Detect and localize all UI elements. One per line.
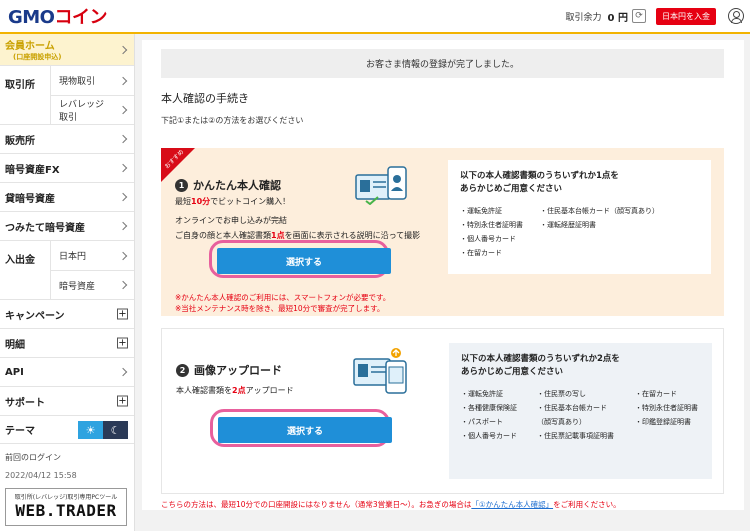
doc-item: ・特別永住者証明書 xyxy=(460,221,523,229)
main-panel: お客さま情報の登録が完了しました。 本人確認の手続き 下記①または②の方法をお選… xyxy=(142,40,744,510)
option2-select-highlight: 選択する xyxy=(210,409,392,447)
sidebar-item-sales[interactable]: 販売所 xyxy=(0,125,134,154)
sidebar: 会員ホーム (口座開設申込) 取引所 現物取引 レバレッジ取引 販売所 暗号資産… xyxy=(0,34,135,531)
deposit-jpy-button[interactable]: 日本円を入金 xyxy=(656,7,716,25)
id-card-illustration xyxy=(355,166,407,205)
option1-lead: 最短10分でビットコイン購入！ xyxy=(175,197,291,206)
sidebar-item-member-home[interactable]: 会員ホーム (口座開設申込) xyxy=(0,34,134,66)
sidebar-item-lending[interactable]: 貸暗号資産 xyxy=(0,183,134,212)
refresh-icon[interactable]: ⟳ xyxy=(632,9,646,23)
chevron-right-icon xyxy=(118,163,128,173)
doc-item: ・住民基本台帳カード xyxy=(537,404,607,412)
plus-icon[interactable]: + xyxy=(117,308,128,320)
doc-item: ・個人番号カード xyxy=(461,432,517,440)
moon-icon[interactable]: ☾ xyxy=(103,421,128,439)
last-login: 前回のログイン 2022/04/12 15:58 xyxy=(5,453,77,480)
option2-heading: 2 画像アップロード xyxy=(176,362,282,378)
option1-select-button[interactable]: 選択する xyxy=(217,248,391,274)
option2-desc: 本人確認書類を2点アップロード xyxy=(176,386,294,395)
sidebar-item-support[interactable]: サポート + xyxy=(0,387,134,416)
easy-verification-card: おすすめ 1 かんたん本人確認 最短10分でビットコイン購入！ オンラインでお申… xyxy=(161,148,724,316)
sidebar-group-deposit: 入出金 日本円 暗号資産 xyxy=(0,241,134,300)
option2-select-button[interactable]: 選択する xyxy=(218,417,392,443)
sidebar-item-crypto[interactable]: 暗号資産 xyxy=(50,270,134,299)
doc-item: ・住民基本台帳カード（顔写真あり） xyxy=(540,207,659,215)
option1-notes: ※かんたん本人確認のご利用には、スマートフォンが必要です。 ※当社メンテナンス時… xyxy=(175,293,391,313)
gmo-coin-logo[interactable]: GMOコイン xyxy=(8,3,107,29)
chevron-right-icon xyxy=(118,221,128,231)
balance-label: 取引余力 xyxy=(565,12,602,23)
doc-item xyxy=(540,248,699,258)
doc-item: ・各種健康保険証 xyxy=(461,404,517,412)
doc-item: ・在留カード xyxy=(635,390,677,398)
chevron-right-icon xyxy=(118,76,128,85)
easy-verification-link[interactable]: 「①かんたん本人確認」 xyxy=(471,500,553,509)
doc-item xyxy=(540,234,699,244)
doc-item: ・運転経歴証明書 xyxy=(540,221,596,229)
chevron-right-icon xyxy=(118,367,128,377)
registration-complete-notice: お客さま情報の登録が完了しました。 xyxy=(161,49,724,78)
header: GMOコイン 取引余力 0 円 ⟳ 日本円を入金 xyxy=(0,0,750,34)
sidebar-item-tsumitate[interactable]: つみたて暗号資産 xyxy=(0,212,134,241)
doc-item: ・住民票の写し xyxy=(537,390,586,398)
chevron-right-icon xyxy=(118,45,128,54)
option1-line1: オンラインでお申し込みが完結 xyxy=(175,216,287,225)
doc-item xyxy=(635,431,700,441)
doc-item: ・個人番号カード xyxy=(460,235,516,243)
chevron-right-icon xyxy=(118,192,128,202)
sidebar-item-fx[interactable]: 暗号資産FX xyxy=(0,154,134,183)
upload-illustration xyxy=(353,348,407,394)
chevron-right-icon xyxy=(118,134,128,144)
doc-item: ・在留カード xyxy=(460,249,502,257)
chevron-right-icon xyxy=(118,105,128,115)
doc-item: ・パスポート xyxy=(461,418,503,426)
plus-icon[interactable]: + xyxy=(117,337,128,349)
plus-icon[interactable]: + xyxy=(117,395,128,407)
chevron-right-icon xyxy=(118,251,128,260)
chevron-right-icon xyxy=(118,280,128,290)
sidebar-item-api[interactable]: API xyxy=(0,358,134,387)
doc-item: ・印鑑登録証明書 xyxy=(635,418,691,426)
webtrader-banner[interactable]: 取引所(レバレッジ)取引専用PCツール WEB.TRADER xyxy=(5,488,127,526)
doc-item: ・運転免許証 xyxy=(461,390,503,398)
sun-icon[interactable]: ☀ xyxy=(78,421,103,439)
sidebar-item-statement[interactable]: 明細 + xyxy=(0,329,134,358)
sidebar-item-theme: テーマ ☀ ☾ xyxy=(0,416,134,444)
doc-item: ・運転免許証 xyxy=(460,207,502,215)
sidebar-item-campaign[interactable]: キャンペーン + xyxy=(0,300,134,329)
option1-heading: 1 かんたん本人確認 xyxy=(175,177,281,193)
option1-select-highlight: 選択する xyxy=(209,240,391,278)
doc-item: ・特別永住者証明書 xyxy=(635,404,698,412)
theme-toggle[interactable]: ☀ ☾ xyxy=(78,421,128,439)
sidebar-group-exchange: 取引所 現物取引 レバレッジ取引 xyxy=(0,66,134,125)
option2-footer-note: こちらの方法は、最短10分での口座開設にはなりません（通常3営業日〜）。お急ぎの… xyxy=(161,500,621,509)
page-title: 本人確認の手続き xyxy=(161,92,249,105)
page-subtitle: 下記①または②の方法をお選びください xyxy=(161,116,304,125)
option1-required-docs: 以下の本人確認書類のうちいずれか1点を あらかじめご用意ください ・運転免許証 … xyxy=(448,160,711,274)
option2-required-docs: 以下の本人確認書類のうちいずれか2点を あらかじめご用意ください ・運転免許証 … xyxy=(449,343,712,479)
user-icon[interactable] xyxy=(728,8,744,24)
sidebar-item-spot[interactable]: 現物取引 xyxy=(50,66,134,95)
doc-item: ・住民票記載事項証明書 xyxy=(537,432,614,440)
sidebar-item-leverage[interactable]: レバレッジ取引 xyxy=(50,95,134,124)
sidebar-item-jpy[interactable]: 日本円 xyxy=(50,241,134,270)
balance-value: 0 円 xyxy=(607,12,628,24)
doc-item: （顔写真あり） xyxy=(537,418,586,426)
image-upload-card: 2 画像アップロード 本人確認書類を2点アップロード 選択する 以下の本人確認書… xyxy=(161,328,724,494)
